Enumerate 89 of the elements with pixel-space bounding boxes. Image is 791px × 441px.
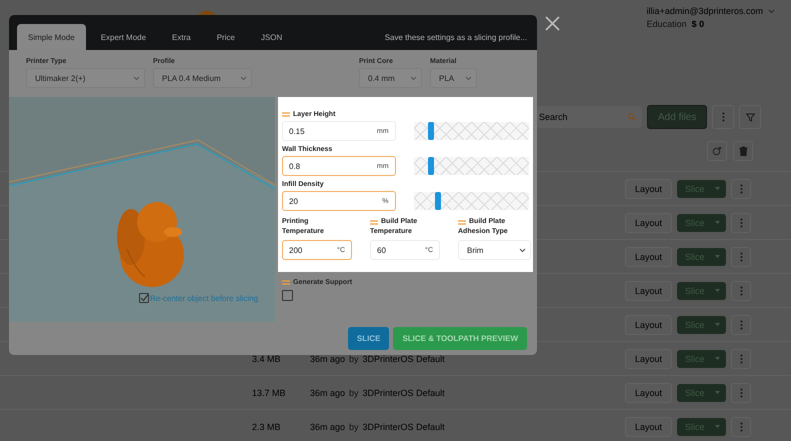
- more-button[interactable]: [731, 246, 751, 266]
- checkbox[interactable]: [139, 293, 149, 303]
- by-label: by: [349, 388, 359, 398]
- more-button[interactable]: [712, 105, 734, 129]
- select-field[interactable]: 0.4 mm: [359, 68, 422, 88]
- file-age: 36m ago: [310, 388, 346, 398]
- caret-icon: [715, 391, 720, 394]
- by-label: by: [349, 422, 359, 432]
- search-field[interactable]: Search: [537, 106, 642, 128]
- caret-icon: [715, 357, 720, 360]
- file-age: 36m ago: [310, 422, 346, 432]
- select-field[interactable]: Brim: [458, 240, 531, 260]
- chevron-icon: [519, 248, 526, 252]
- tab[interactable]: Expert Mode: [90, 24, 158, 50]
- layout-button[interactable]: Layout: [625, 348, 672, 368]
- chevron-icon: [465, 76, 472, 80]
- kebab-icon: [740, 286, 742, 296]
- filter-button[interactable]: [739, 105, 762, 129]
- kebab-icon: [740, 252, 742, 262]
- search-icon: [628, 113, 636, 121]
- more-button[interactable]: [731, 348, 751, 368]
- preview-button[interactable]: SLICE & TOOLPATH PREVIEW: [393, 327, 527, 350]
- tab[interactable]: Price: [206, 24, 246, 50]
- select-field[interactable]: PLA 0.4 Medium: [153, 68, 252, 88]
- plan-label: Education: [646, 19, 687, 29]
- layout-button[interactable]: Layout: [625, 314, 672, 334]
- file-size: 2.3 MB: [252, 422, 282, 432]
- slider-thumb[interactable]: [428, 122, 434, 140]
- flag-icon: [370, 220, 378, 224]
- file-author: 3DPrinterOS Default: [362, 388, 445, 398]
- slider-thumb[interactable]: [428, 157, 434, 175]
- select-field[interactable]: PLA: [430, 68, 477, 88]
- delete-button[interactable]: [733, 141, 753, 161]
- circle-plus-icon: [712, 146, 722, 156]
- more-button[interactable]: [731, 178, 751, 198]
- kebab-icon: [740, 320, 742, 330]
- caret-icon: [715, 425, 720, 428]
- caret-icon: [715, 187, 720, 190]
- add-model-button[interactable]: [707, 141, 727, 161]
- flag-icon: [458, 220, 466, 224]
- flag-icon: [282, 280, 290, 285]
- slider-track[interactable]: [414, 192, 529, 210]
- balance: $ 0: [692, 19, 704, 29]
- layout-button[interactable]: Layout: [625, 416, 672, 436]
- kebab-icon: [740, 218, 742, 228]
- more-button[interactable]: [731, 212, 751, 232]
- save-profile-link[interactable]: Save these settings as a slicing profile...: [384, 32, 527, 42]
- chevron-icon: [768, 8, 775, 14]
- kebab-icon: [722, 112, 725, 122]
- chevron-icon: [410, 76, 417, 80]
- layout-button[interactable]: Layout: [625, 246, 672, 266]
- flag-icon: [282, 112, 290, 117]
- caret-icon: [715, 323, 720, 326]
- account-email[interactable]: illia+admin@3dprinteros.com: [646, 6, 763, 16]
- file-size: 3.4 MB: [252, 354, 282, 364]
- chevron-icon: [133, 76, 140, 80]
- caret-icon: [715, 255, 720, 258]
- more-button[interactable]: [731, 416, 751, 436]
- caret-icon: [715, 221, 720, 224]
- tab[interactable]: Simple Mode: [17, 24, 86, 50]
- kebab-icon: [740, 388, 742, 398]
- by-label: by: [349, 354, 359, 364]
- kebab-icon: [740, 354, 742, 364]
- more-button[interactable]: [731, 314, 751, 334]
- tab[interactable]: JSON: [250, 24, 294, 50]
- chevron-icon: [240, 76, 247, 80]
- select-field[interactable]: Ultimaker 2(+): [26, 68, 145, 88]
- caret-icon: [715, 289, 720, 292]
- trash-icon: [738, 146, 748, 156]
- file-size: 13.7 MB: [252, 388, 287, 398]
- layout-button[interactable]: Layout: [625, 212, 672, 232]
- filter-icon: [746, 112, 755, 122]
- more-button[interactable]: [731, 280, 751, 300]
- file-age: 36m ago: [310, 354, 346, 364]
- slider-track[interactable]: [414, 122, 529, 140]
- slider-thumb[interactable]: [434, 192, 441, 210]
- layout-button[interactable]: Layout: [625, 280, 672, 300]
- more-button[interactable]: [731, 382, 751, 402]
- file-author: 3DPrinterOS Default: [362, 354, 445, 364]
- slice-button[interactable]: SLICE: [348, 327, 390, 350]
- layout-button[interactable]: Layout: [625, 382, 672, 402]
- kebab-icon: [740, 184, 742, 194]
- checkbox[interactable]: [282, 290, 293, 301]
- layout-button[interactable]: Layout: [625, 178, 672, 198]
- file-author: 3DPrinterOS Default: [362, 422, 445, 432]
- tab[interactable]: Extra: [161, 24, 202, 50]
- close-icon[interactable]: [545, 16, 560, 31]
- slider-track[interactable]: [414, 157, 529, 175]
- kebab-icon: [740, 422, 742, 432]
